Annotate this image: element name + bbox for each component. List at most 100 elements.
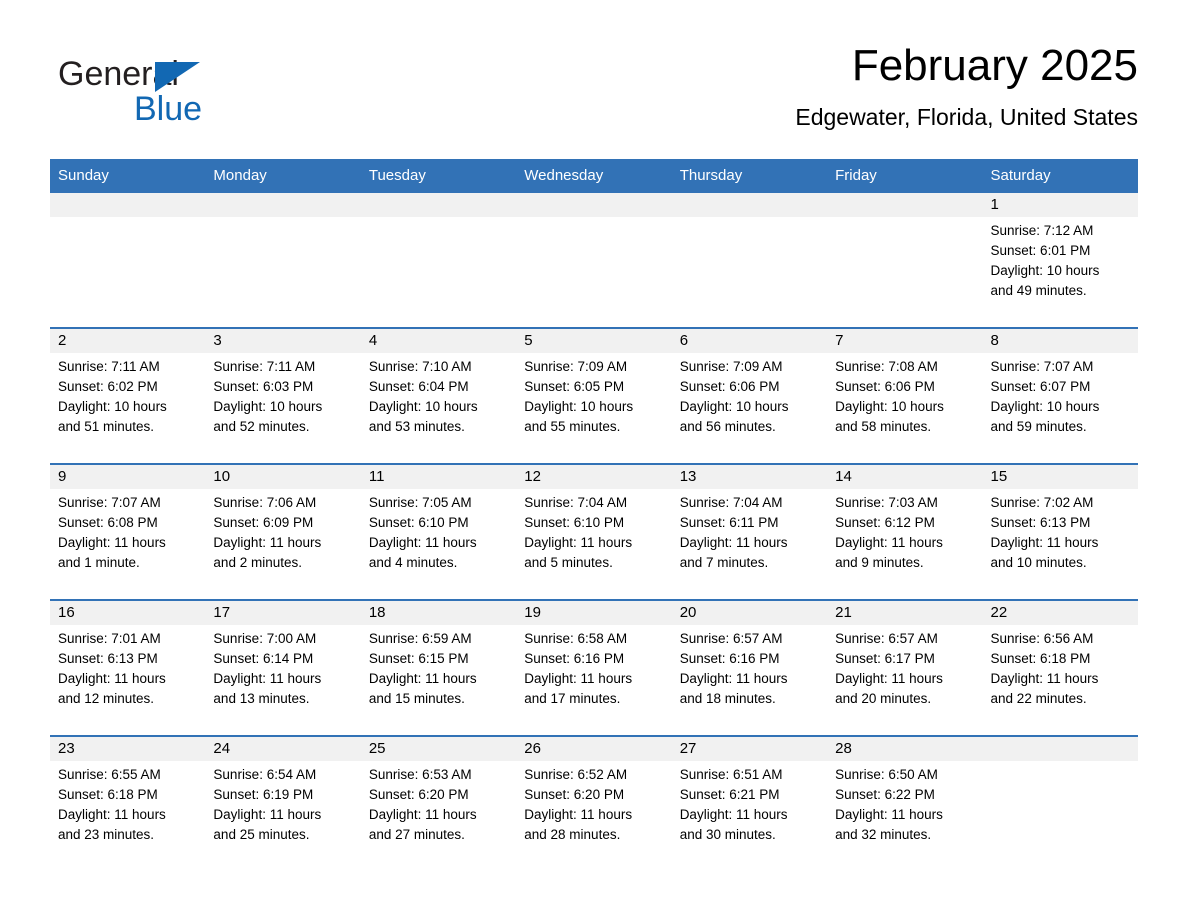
day-number: 27 xyxy=(671,737,828,761)
calendar-day-cell[interactable]: 12 Sunrise: 7:04 AM Sunset: 6:10 PM Dayligh… xyxy=(516,463,672,600)
weekday-header-tuesday: Tuesday xyxy=(360,159,517,193)
day-sun-info: Sunrise: 6:52 AM Sunset: 6:20 PM Daylight:… xyxy=(516,761,671,845)
calendar-day-cell[interactable]: 28 Sunrise: 6:50 AM Sunset: 6:22 PM Dayligh… xyxy=(827,735,983,871)
calendar-day-cell[interactable]: 10 Sunrise: 7:06 AM Sunset: 6:09 PM Dayligh… xyxy=(205,463,361,600)
day-number: 17 xyxy=(205,601,361,625)
sunset-time: Sunset: 6:10 PM xyxy=(524,515,625,530)
daylight-duration-line2: and 20 minutes. xyxy=(835,691,932,706)
day-sun-info: Sunrise: 6:59 AM Sunset: 6:15 PM Daylight:… xyxy=(361,625,516,709)
sunset-time: Sunset: 6:06 PM xyxy=(679,379,780,394)
calendar-day-cell-empty xyxy=(360,193,517,328)
day-sun-info: Sunrise: 6:57 AM Sunset: 6:16 PM Daylight:… xyxy=(672,625,827,709)
daylight-duration-line1: Daylight: 11 hours xyxy=(213,535,322,550)
sunset-time: Sunset: 6:17 PM xyxy=(835,651,935,666)
daylight-duration-line2: and 5 minutes. xyxy=(524,555,613,570)
day-sun-info: Sunrise: 7:09 AM Sunset: 6:05 PM Daylight:… xyxy=(516,353,671,437)
calendar-day-cell[interactable]: 22 Sunrise: 6:56 AM Sunset: 6:18 PM Dayligh… xyxy=(982,599,1138,736)
day-number: 1 xyxy=(982,193,1138,217)
day-sun-info: Sunrise: 7:11 AM Sunset: 6:02 PM Daylight:… xyxy=(50,353,205,437)
calendar-day-cell[interactable]: 19 Sunrise: 6:58 AM Sunset: 6:16 PM Dayligh… xyxy=(516,599,672,736)
day-number: 28 xyxy=(827,737,983,761)
daylight-duration-line1: Daylight: 11 hours xyxy=(679,535,788,550)
day-number xyxy=(671,193,828,217)
calendar-day-cell[interactable]: 23 Sunrise: 6:55 AM Sunset: 6:18 PM Dayligh… xyxy=(50,735,206,871)
calendar-day-cell[interactable]: 1 Sunrise: 7:12 AM Sunset: 6:01 PM Daylight… xyxy=(982,193,1138,328)
sunset-time: Sunset: 6:20 PM xyxy=(524,787,625,802)
daylight-duration-line2: and 28 minutes. xyxy=(524,827,621,842)
calendar-day-cell[interactable]: 5 Sunrise: 7:09 AM Sunset: 6:05 PM Daylight… xyxy=(516,327,672,464)
calendar-day-cell[interactable]: 9 Sunrise: 7:07 AM Sunset: 6:08 PM Daylight… xyxy=(50,463,206,600)
generalblue-logo[interactable]: General Blue xyxy=(58,54,358,134)
calendar-day-cell[interactable]: 24 Sunrise: 6:54 AM Sunset: 6:19 PM Dayligh… xyxy=(205,735,361,871)
calendar-day-cell[interactable]: 3 Sunrise: 7:11 AM Sunset: 6:03 PM Daylight… xyxy=(205,327,361,464)
calendar-day-cell[interactable]: 4 Sunrise: 7:10 AM Sunset: 6:04 PM Daylight… xyxy=(360,327,517,464)
calendar-day-cell[interactable]: 21 Sunrise: 6:57 AM Sunset: 6:17 PM Dayligh… xyxy=(827,599,983,736)
daylight-duration-line1: Daylight: 11 hours xyxy=(524,671,633,686)
day-number: 15 xyxy=(982,465,1138,489)
calendar-day-cell[interactable]: 7 Sunrise: 7:08 AM Sunset: 6:06 PM Daylight… xyxy=(827,327,983,464)
daylight-duration-line2: and 32 minutes. xyxy=(835,827,932,842)
daylight-duration-line1: Daylight: 10 hours xyxy=(58,399,167,414)
calendar-day-cell[interactable]: 27 Sunrise: 6:51 AM Sunset: 6:21 PM Dayligh… xyxy=(671,735,828,871)
calendar-day-cell[interactable]: 8 Sunrise: 7:07 AM Sunset: 6:07 PM Daylight… xyxy=(982,327,1138,464)
daylight-duration-line2: and 22 minutes. xyxy=(990,691,1087,706)
day-number: 25 xyxy=(360,737,517,761)
daylight-duration-line1: Daylight: 10 hours xyxy=(524,399,634,414)
calendar-day-cell-empty xyxy=(50,193,206,328)
calendar-day-cell[interactable]: 18 Sunrise: 6:59 AM Sunset: 6:15 PM Dayligh… xyxy=(360,599,517,736)
day-sun-info: Sunrise: 6:58 AM Sunset: 6:16 PM Daylight:… xyxy=(516,625,671,709)
daylight-duration-line1: Daylight: 11 hours xyxy=(58,671,166,686)
calendar-day-cell[interactable]: 15 Sunrise: 7:02 AM Sunset: 6:13 PM Dayligh… xyxy=(982,463,1138,600)
day-sun-info: Sunrise: 6:55 AM Sunset: 6:18 PM Daylight:… xyxy=(50,761,205,845)
sunrise-time: Sunrise: 7:11 AM xyxy=(213,359,316,374)
sunset-time: Sunset: 6:08 PM xyxy=(58,515,158,530)
calendar-day-cell[interactable]: 2 Sunrise: 7:11 AM Sunset: 6:02 PM Daylight… xyxy=(50,327,206,464)
weekday-header-saturday: Saturday xyxy=(982,159,1138,193)
sunset-time: Sunset: 6:18 PM xyxy=(990,651,1091,666)
calendar-day-cell[interactable]: 11 Sunrise: 7:05 AM Sunset: 6:10 PM Dayligh… xyxy=(360,463,517,600)
sunrise-time: Sunrise: 7:04 AM xyxy=(679,495,783,510)
calendar-day-cell[interactable]: 6 Sunrise: 7:09 AM Sunset: 6:06 PM Daylight… xyxy=(671,327,828,464)
daylight-duration-line2: and 1 minute. xyxy=(58,555,140,570)
weekday-header-monday: Monday xyxy=(205,159,361,193)
day-number: 11 xyxy=(360,465,517,489)
daylight-duration-line2: and 49 minutes. xyxy=(990,283,1087,298)
sunrise-time: Sunrise: 7:01 AM xyxy=(58,631,161,646)
calendar-day-cell[interactable]: 13 Sunrise: 7:04 AM Sunset: 6:11 PM Dayligh… xyxy=(671,463,828,600)
daylight-duration-line2: and 18 minutes. xyxy=(679,691,776,706)
sunrise-time: Sunrise: 7:07 AM xyxy=(58,495,161,510)
daylight-duration-line1: Daylight: 11 hours xyxy=(524,807,633,822)
calendar-day-cell[interactable]: 26 Sunrise: 6:52 AM Sunset: 6:20 PM Dayligh… xyxy=(516,735,672,871)
day-number: 3 xyxy=(205,329,361,353)
sunset-time: Sunset: 6:03 PM xyxy=(213,379,314,394)
sunset-time: Sunset: 6:05 PM xyxy=(524,379,625,394)
daylight-duration-line1: Daylight: 11 hours xyxy=(368,671,477,686)
sunrise-time: Sunrise: 6:54 AM xyxy=(213,767,317,782)
calendar-day-cell[interactable]: 20 Sunrise: 6:57 AM Sunset: 6:16 PM Dayligh… xyxy=(671,599,828,736)
sunrise-time: Sunrise: 7:03 AM xyxy=(835,495,938,510)
day-number: 7 xyxy=(827,329,983,353)
day-sun-info: Sunrise: 6:51 AM Sunset: 6:21 PM Daylight:… xyxy=(672,761,827,845)
sunrise-time: Sunrise: 7:07 AM xyxy=(990,359,1094,374)
calendar-day-cell[interactable]: 17 Sunrise: 7:00 AM Sunset: 6:14 PM Dayligh… xyxy=(205,599,361,736)
day-number: 24 xyxy=(205,737,361,761)
daylight-duration-line1: Daylight: 11 hours xyxy=(58,535,166,550)
day-number: 19 xyxy=(516,601,672,625)
title-block: February 2025 Edgewater, Florida, United… xyxy=(795,38,1138,132)
calendar-day-cell-empty xyxy=(516,193,672,328)
weekday-header-row: Sunday Monday Tuesday Wednesday Thursday… xyxy=(50,159,1138,193)
daylight-duration-line1: Daylight: 11 hours xyxy=(679,807,788,822)
day-sun-info: Sunrise: 7:10 AM Sunset: 6:04 PM Daylight:… xyxy=(361,353,516,437)
sunset-time: Sunset: 6:10 PM xyxy=(368,515,469,530)
daylight-duration-line2: and 15 minutes. xyxy=(368,691,465,706)
daylight-duration-line1: Daylight: 11 hours xyxy=(213,671,322,686)
calendar-day-cell[interactable]: 14 Sunrise: 7:03 AM Sunset: 6:12 PM Dayligh… xyxy=(827,463,983,600)
day-sun-info: Sunrise: 7:08 AM Sunset: 6:06 PM Daylight:… xyxy=(827,353,982,437)
calendar-day-cell[interactable]: 16 Sunrise: 7:01 AM Sunset: 6:13 PM Dayligh… xyxy=(50,599,206,736)
sunset-time: Sunset: 6:14 PM xyxy=(213,651,314,666)
sunset-time: Sunset: 6:19 PM xyxy=(213,787,314,802)
sunset-time: Sunset: 6:02 PM xyxy=(58,379,158,394)
daylight-duration-line2: and 23 minutes. xyxy=(58,827,155,842)
sunrise-time: Sunrise: 6:57 AM xyxy=(835,631,938,646)
calendar-day-cell[interactable]: 25 Sunrise: 6:53 AM Sunset: 6:20 PM Dayligh… xyxy=(360,735,517,871)
